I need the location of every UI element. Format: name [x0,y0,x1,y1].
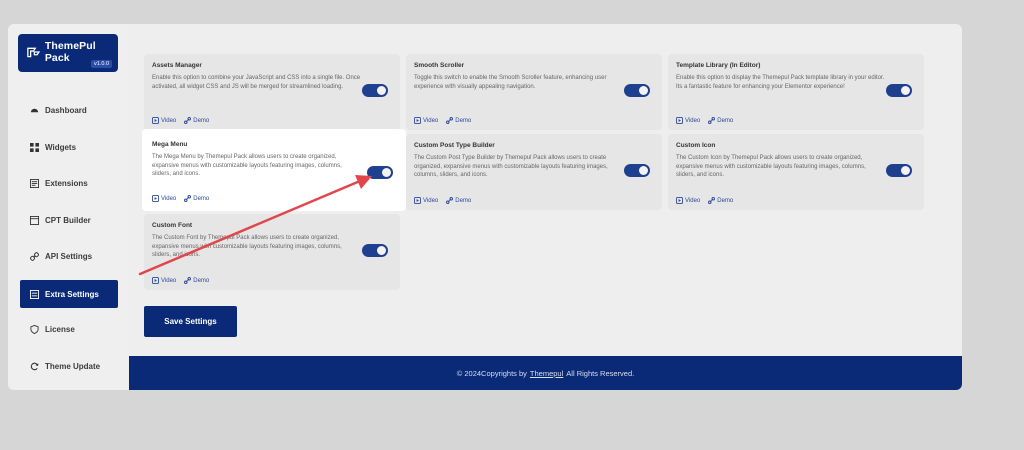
footer-suffix: All Rights Reserved. [566,368,635,378]
custom-icon-toggle[interactable] [886,164,912,177]
version-badge: v1.0.0 [91,60,112,68]
sidebar-item-widgets[interactable]: Widgets [20,133,118,161]
play-icon [152,117,159,124]
card-title: Template Library (In Editor) [676,62,761,69]
sidebar-item-label: Dashboard [45,105,87,115]
video-link[interactable]: Video [152,277,176,284]
demo-link[interactable]: Demo [184,195,209,202]
sidebar-item-cpt-builder[interactable]: CPT Builder [20,206,118,234]
play-icon [676,197,683,204]
play-icon [152,277,159,284]
sidebar-item-label: License [45,324,75,334]
footer-prefix: © 2024Copyrights by [456,368,527,378]
sidebar-item-label: API Settings [45,251,93,261]
assets-manager-toggle[interactable] [362,84,388,97]
mega-menu-toggle[interactable] [367,166,393,179]
license-icon [30,324,39,334]
sidebar-item-label: Widgets [45,142,77,152]
demo-link[interactable]: Demo [446,197,471,204]
extensions-icon [30,178,39,188]
refresh-icon [30,362,39,370]
cpt-builder-icon [30,215,39,225]
video-link[interactable]: Video [414,197,438,204]
sidebar-item-label: Theme Update [45,361,101,371]
setting-card-custom-icon: Custom Icon The Custom Icon by Themepul … [668,134,924,210]
setting-card-smooth-scroller: Smooth Scroller Toggle this switch to en… [406,54,662,130]
demo-link[interactable]: Demo [446,117,471,124]
link-icon [708,197,716,204]
demo-link[interactable]: Demo [708,197,733,204]
custom-font-toggle[interactable] [362,244,388,257]
card-description: Enable this option to display the Themep… [676,75,885,90]
sidebar-item-api-settings[interactable]: API Settings [20,242,118,270]
setting-card-custom-font: Custom Font The Custom Font by Themepul … [144,214,400,290]
link-icon [184,277,192,284]
play-icon [414,197,421,204]
link-icon [446,197,454,204]
card-description: The Custom Post Type Builder by Themepul… [414,155,608,179]
demo-link[interactable]: Demo [708,117,733,124]
setting-card-mega-menu: Mega Menu The Mega Menu by Themepul Pack… [142,129,406,211]
sidebar-item-theme-update[interactable]: Theme Update [20,352,118,380]
setting-card-template-library: Template Library (In Editor) Enable this… [668,54,924,130]
smooth-scroller-toggle[interactable] [624,84,650,97]
card-description: The Custom Icon by Themepul Pack allows … [676,155,866,179]
sidebar-item-label: Extensions [45,178,88,188]
video-link[interactable]: Video [676,117,700,124]
widgets-icon [30,142,39,152]
card-title: Assets Manager [152,62,202,69]
card-title: Custom Icon [676,142,716,149]
card-title: Custom Post Type Builder [414,142,495,149]
video-link[interactable]: Video [676,197,700,204]
setting-card-assets-manager: Assets Manager Enable this option to com… [144,54,400,130]
cpt-builder-toggle[interactable] [624,164,650,177]
sidebar-item-extensions[interactable]: Extensions [20,169,118,197]
sidebar-item-extra-settings[interactable]: Extra Settings [20,280,118,308]
card-description: The Custom Font by Themepul Pack allows … [152,235,342,259]
link-icon [446,117,454,124]
card-title: Custom Font [152,222,193,229]
sidebar-item-label: Extra Settings [45,289,99,299]
link-icon [184,117,192,124]
footer: © 2024Copyrights by Themepul All Rights … [129,356,962,390]
video-link[interactable]: Video [414,117,438,124]
sidebar-item-dashboard[interactable]: Dashboard [20,96,118,124]
link-icon [184,195,192,202]
extra-settings-icon [30,289,39,299]
sidebar-item-label: CPT Builder [45,215,91,225]
save-settings-button[interactable]: Save Settings [144,306,237,337]
card-description: Enable this option to combine your JavaS… [152,75,361,90]
card-description: The Mega Menu by Themepul Pack allows us… [152,154,342,178]
card-title: Mega Menu [152,141,188,148]
play-icon [152,195,159,202]
setting-card-cpt-builder: Custom Post Type Builder The Custom Post… [406,134,662,210]
play-icon [676,117,683,124]
card-title: Smooth Scroller [414,62,465,69]
link-icon [708,117,716,124]
play-icon [414,117,421,124]
footer-brand-link[interactable]: Themepul [530,369,563,378]
card-description: Toggle this switch to enable the Smooth … [414,75,607,90]
demo-link[interactable]: Demo [184,117,209,124]
link-icon [30,251,39,261]
sidebar-item-license[interactable]: License [20,315,118,343]
brand-logo[interactable]: ThemePul Pack v1.0.0 [18,34,118,72]
demo-link[interactable]: Demo [184,277,209,284]
video-link[interactable]: Video [152,195,176,202]
dashboard-icon [30,108,39,112]
video-link[interactable]: Video [152,117,176,124]
themepul-logo-icon [27,47,41,58]
template-library-toggle[interactable] [886,84,912,97]
